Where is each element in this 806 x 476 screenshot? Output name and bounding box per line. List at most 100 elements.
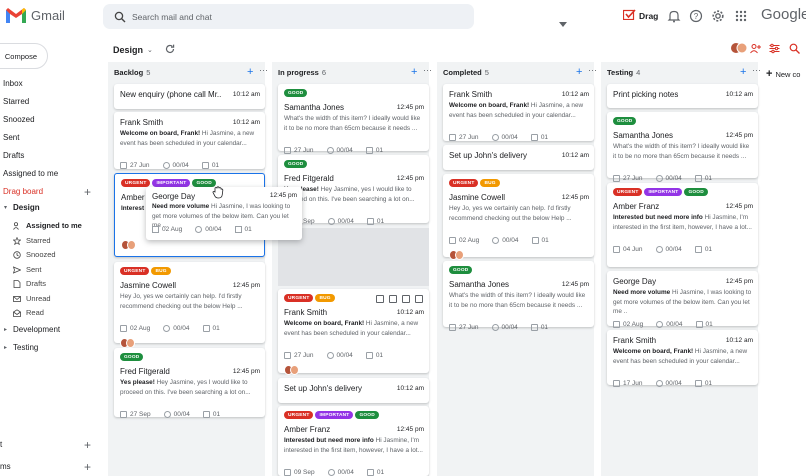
search-bar[interactable] <box>103 4 567 29</box>
card-meta: 02 Aug 00/04 01 <box>613 321 713 328</box>
task-card[interactable]: URGENT IMPORTANT GOOD Amber Franz 12:45 pm In… <box>607 183 758 267</box>
add-icon[interactable]: + <box>84 438 91 452</box>
calendar-icon <box>613 380 620 387</box>
drag-button[interactable]: Drag <box>622 9 659 22</box>
calendar-icon <box>449 237 456 244</box>
subnav-read[interactable]: Read <box>13 308 44 317</box>
settings-gear-icon[interactable] <box>711 9 725 23</box>
nav-drag-board[interactable]: Drag board <box>3 187 43 196</box>
board-title[interactable]: Design <box>113 45 143 55</box>
filter-sliders-icon[interactable] <box>769 41 780 54</box>
task-card[interactable]: New enquiry (phone call Mr.. 10:12 am <box>114 84 265 109</box>
task-card[interactable]: Set up John's delivery 10:12 am <box>443 145 594 170</box>
task-card[interactable]: Set up John's delivery 10:12 am <box>278 378 429 403</box>
nav-testing[interactable]: Testing <box>13 343 38 352</box>
delete-icon[interactable] <box>389 295 397 303</box>
task-card[interactable]: Print picking notes 10:12 am <box>607 84 758 108</box>
share-board-icon[interactable] <box>750 41 761 54</box>
search-input[interactable] <box>132 4 432 29</box>
task-card[interactable]: URGENT IMPORTANT GOOD Amber Franz 12:45 pm In… <box>278 406 429 476</box>
caret-right-icon[interactable]: ▸ <box>4 326 7 333</box>
caret-down-icon[interactable]: ▾ <box>4 204 7 211</box>
task-card[interactable]: Frank Smith 10:12 am Welcome on board, Fra… <box>607 330 758 387</box>
task-card[interactable]: George Day 12:45 pm Need more volume Hi Ja… <box>607 271 758 328</box>
column-count: 5 <box>484 68 489 77</box>
subnav-sent[interactable]: Sent <box>13 265 41 274</box>
nav-design[interactable]: Design <box>13 203 40 212</box>
subnav-starred[interactable]: Starred <box>13 236 51 245</box>
google-wordmark[interactable]: Google <box>761 6 806 23</box>
column-name[interactable]: Testing <box>607 68 633 77</box>
task-card[interactable]: Frank Smith 10:12 am Welcome on board, Fra… <box>114 112 265 169</box>
column-name[interactable]: Backlog <box>114 68 143 77</box>
avatar <box>126 338 135 348</box>
nav-assigned-to-me[interactable]: Assigned to me <box>3 169 58 178</box>
nav-snoozed[interactable]: Snoozed <box>3 115 35 124</box>
card-attachments: 01 <box>541 237 549 244</box>
calendar-icon <box>152 226 159 233</box>
avatar <box>455 250 464 260</box>
card-attachments: 01 <box>244 226 252 233</box>
add-card-icon[interactable]: + <box>576 66 582 78</box>
help-icon[interactable]: ? <box>689 9 703 23</box>
card-assignees[interactable] <box>121 240 136 250</box>
card-snippet-bold: Interested but need more info <box>284 437 374 444</box>
add-column-icon[interactable]: + <box>766 68 772 80</box>
column-name[interactable]: In progress <box>278 68 319 77</box>
drag-label: Drag <box>639 10 659 21</box>
more-options-icon[interactable]: ··· <box>752 65 761 75</box>
add-board-icon[interactable]: + <box>84 186 91 198</box>
chevron-down-icon[interactable]: ⌄ <box>147 46 153 54</box>
more-options-icon[interactable]: ··· <box>423 65 432 75</box>
search-icon[interactable] <box>114 10 126 28</box>
subnav-assigned-to-me[interactable]: Assigned to me <box>13 221 82 230</box>
gmail-logo[interactable]: Gmail <box>6 8 65 23</box>
add-card-icon[interactable]: + <box>740 66 746 78</box>
new-column-label[interactable]: New co <box>775 70 800 79</box>
task-card[interactable]: URGENT BUG Frank Smith 10:12 am Welcome on b… <box>278 289 429 375</box>
nav-starred[interactable]: Starred <box>3 97 29 106</box>
add-icon[interactable]: + <box>84 460 91 474</box>
board-search-icon[interactable] <box>789 41 800 54</box>
subnav-drafts[interactable]: Drafts <box>13 279 46 288</box>
more-options-icon[interactable]: ··· <box>588 65 597 75</box>
refresh-icon[interactable] <box>165 41 175 59</box>
task-card[interactable]: URGENT BUG Jasmine Cowell 12:45 pm Hey Jo, y… <box>443 174 594 260</box>
task-card[interactable]: GOOD Samantha Jones 12:45 pm What's the wid… <box>443 261 594 331</box>
checkbox-icon[interactable] <box>415 295 423 303</box>
subnav-unread[interactable]: Unread <box>13 294 51 303</box>
compose-button[interactable]: Compose <box>0 43 48 69</box>
dragged-card-preview[interactable]: George Day 12:45 pm Need more volume Hi … <box>146 186 302 240</box>
nav-sent[interactable]: Sent <box>3 133 19 142</box>
nav-inbox[interactable]: Inbox <box>3 79 23 88</box>
card-assignees[interactable] <box>284 365 299 375</box>
archive-icon[interactable] <box>376 295 384 303</box>
card-assignees[interactable] <box>449 250 464 260</box>
card-snippet: Welcome on board, Frank! Hi Jasmine, a n… <box>284 319 424 348</box>
more-options-icon[interactable]: ··· <box>259 65 268 75</box>
open-icon[interactable] <box>402 295 410 303</box>
task-card[interactable]: Frank Smith 10:12 am Welcome on board, Fra… <box>443 84 594 141</box>
task-card[interactable]: GOOD Samantha Jones 12:45 pm What's the wid… <box>607 112 758 182</box>
card-attachments: 01 <box>212 411 221 418</box>
add-card-icon[interactable]: + <box>411 66 417 78</box>
board-avatars[interactable] <box>731 41 748 54</box>
card-attachments: 01 <box>540 134 549 141</box>
bell-icon[interactable] <box>667 9 681 23</box>
task-card[interactable]: GOOD Samantha Jones 12:45 pm What's the wid… <box>278 84 429 154</box>
nav-drafts[interactable]: Drafts <box>3 151 24 160</box>
subnav-snoozed[interactable]: Snoozed <box>13 250 56 259</box>
caret-right-icon[interactable]: ▸ <box>4 344 7 351</box>
task-card[interactable]: URGENT BUG Jasmine Cowell 12:45 pm Hey Jo, y… <box>114 262 265 348</box>
column-name[interactable]: Completed <box>443 68 482 77</box>
nav-development[interactable]: Development <box>13 325 60 334</box>
search-options-icon[interactable] <box>559 14 567 32</box>
card-snippet-bold: Interested but need more info <box>613 214 703 221</box>
calendar-icon <box>613 175 620 182</box>
task-card[interactable]: GOOD Fred Fitgerald 12:45 pm Yes please! He… <box>114 348 265 418</box>
tag-urgent: URGENT <box>613 188 643 196</box>
add-card-icon[interactable]: + <box>247 66 253 78</box>
card-assignees[interactable] <box>120 338 135 348</box>
apps-grid-icon[interactable] <box>734 9 748 23</box>
card-tags: GOOD <box>284 160 308 168</box>
